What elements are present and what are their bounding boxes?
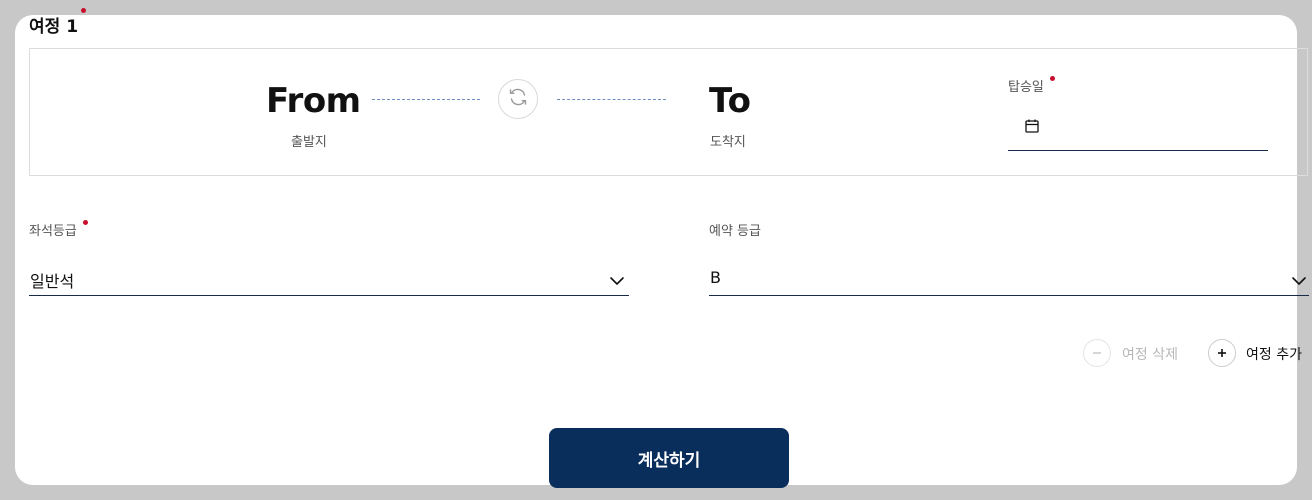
required-dot xyxy=(1050,76,1056,81)
add-journey-label[interactable]: 여정 추가 xyxy=(1246,344,1302,364)
route-dash-left xyxy=(372,99,480,100)
seat-class-label: 좌석등급 xyxy=(29,220,88,239)
swap-button[interactable] xyxy=(498,79,538,119)
seat-class-select[interactable]: 일반석 xyxy=(29,260,629,296)
add-journey-button[interactable] xyxy=(1208,339,1236,367)
booking-class-select[interactable]: B xyxy=(709,260,1309,296)
delete-journey-label[interactable]: 여정 삭제 xyxy=(1122,344,1178,364)
seat-class-value: 일반석 xyxy=(30,272,75,291)
plus-icon xyxy=(1216,343,1228,364)
delete-journey-button[interactable] xyxy=(1083,339,1111,367)
date-label: 탑승일 xyxy=(1008,76,1056,95)
booking-class-label: 예약 등급 xyxy=(709,224,761,239)
required-dot xyxy=(81,8,87,13)
from-button[interactable]: From xyxy=(266,81,361,121)
chevron-down-icon xyxy=(1291,271,1307,290)
seat-class-label-text: 좌석등급 xyxy=(29,224,77,239)
journey-title: 여정 1 xyxy=(29,8,87,37)
to-sub-label: 도착지 xyxy=(710,135,746,150)
required-dot xyxy=(82,220,88,225)
date-label-text: 탑승일 xyxy=(1008,80,1044,95)
calendar-icon xyxy=(1024,118,1040,138)
booking-class-value: B xyxy=(710,268,721,287)
route-dash-right xyxy=(557,99,666,100)
calculate-button[interactable]: 계산하기 xyxy=(549,428,789,488)
minus-icon xyxy=(1091,343,1103,364)
to-button[interactable]: To xyxy=(709,81,751,121)
date-field[interactable] xyxy=(1008,112,1268,151)
swap-icon xyxy=(506,85,530,113)
journey-title-text: 여정 1 xyxy=(29,17,79,37)
from-sub-label: 출발지 xyxy=(291,135,327,150)
chevron-down-icon xyxy=(609,271,625,290)
